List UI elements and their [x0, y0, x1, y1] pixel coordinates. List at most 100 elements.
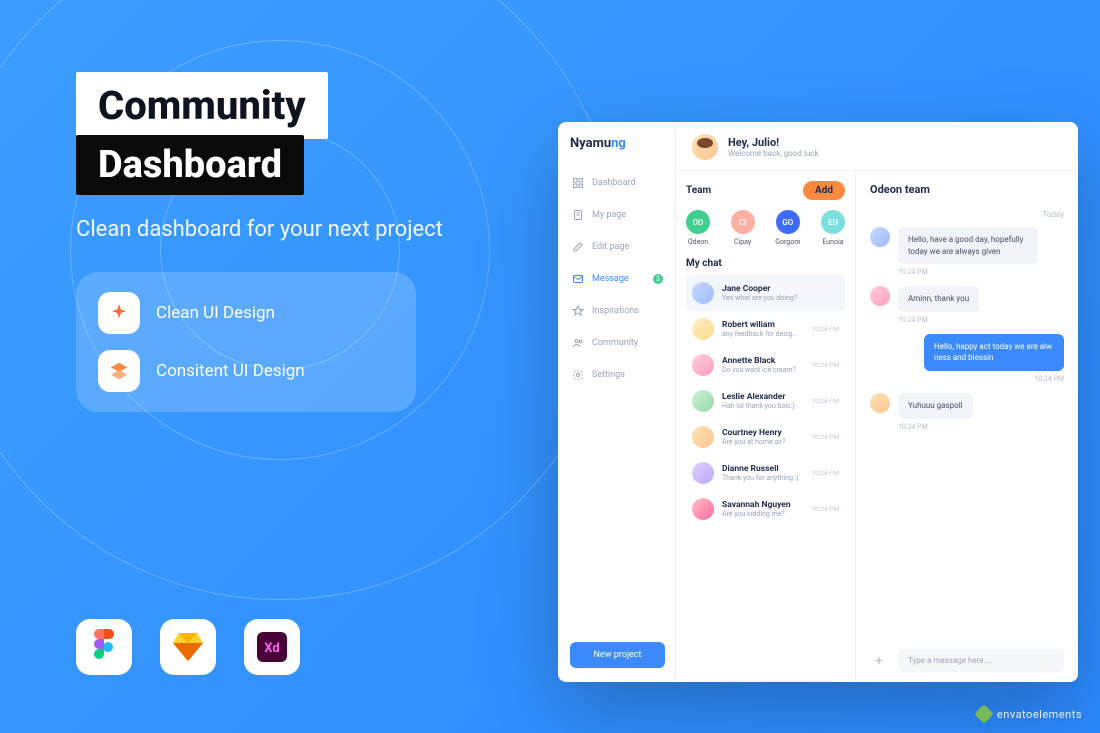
chat-list: Jane CooperYes what are you doing?Robert… [686, 275, 845, 527]
chat-time: 10:24 PM [811, 397, 839, 405]
chat-item[interactable]: Annette BlackDo you want ice cream? 10:24… [686, 347, 845, 383]
chat-avatar [692, 318, 714, 340]
conversation-column: Odeon team Today Hello, have a good day,… [856, 171, 1078, 682]
member-avatar: CI [731, 210, 755, 234]
feature-label: Consitent UI Design [156, 361, 305, 381]
message-time: 10:24 PM [898, 316, 1064, 324]
nav-item-dashboard[interactable]: Dashboard [570, 171, 665, 195]
nav-item-inspirations[interactable]: Inspirations [570, 299, 665, 323]
chat-time: 10:24 PM [811, 433, 839, 441]
team-member[interactable]: ODOdeon [686, 210, 710, 246]
nav-item-settings[interactable]: Settings [570, 363, 665, 387]
nav-label: Community [592, 338, 638, 348]
chat-preview: any feedback for design? [722, 330, 799, 338]
nav-item-my-page[interactable]: My page [570, 203, 665, 227]
message-bubble: Aminn, thank you [898, 286, 979, 312]
promo-title: Community [76, 72, 328, 139]
chat-item[interactable]: Jane CooperYes what are you doing? [686, 275, 845, 311]
message-time: 10:24 PM [898, 423, 1064, 431]
gear-icon [572, 369, 584, 381]
team-grid: ODOdeon CI Cipay GO Gorgom EU Eunoia [686, 210, 845, 246]
watermark: envatoelements [977, 707, 1082, 721]
message-row: Hello, happy act today we are alw ness a… [870, 334, 1064, 371]
chat-item[interactable]: Leslie AlexanderHah lol thank you bals:)… [686, 383, 845, 419]
message-input[interactable]: Type a message here.... [898, 649, 1064, 672]
chat-avatar [692, 282, 714, 304]
chat-name: Annette Black [722, 356, 799, 366]
member-avatar: EU [821, 210, 845, 234]
chat-item[interactable]: Savannah NguyenAre you kidding me?10:24 … [686, 491, 845, 527]
chat-item[interactable]: Dianne RussellThank you for anything :( 1… [686, 455, 845, 491]
message-bubble: Hello, happy act today we are alw ness a… [924, 334, 1064, 371]
chat-name: Leslie Alexander [722, 392, 799, 402]
team-member[interactable]: EU Eunoia [821, 210, 845, 246]
message-bubble: Yuhuuu gaspoll [898, 393, 973, 419]
chat-name: Courtney Henry [722, 428, 799, 438]
nav-label: Message [592, 274, 629, 284]
sidebar: Nyamung Dashboard My page Edit page Message… [558, 122, 676, 682]
chat-preview: Thank you for anything :( [722, 474, 799, 482]
add-button[interactable]: Add [803, 181, 845, 200]
message-bubble: Hello, have a good day, hopefully today … [898, 227, 1038, 264]
chat-preview: Hah lol thank you bals:) [722, 402, 799, 410]
team-member[interactable]: CI Cipay [731, 210, 755, 246]
message-time: 10:24 PM [898, 268, 1064, 276]
message-avatar [870, 227, 890, 247]
chat-time: 10:24 PM [811, 325, 839, 333]
message-avatar [870, 393, 890, 413]
leaf-icon [974, 704, 994, 724]
message-avatar [870, 286, 890, 306]
user-avatar[interactable] [692, 134, 718, 160]
feature-label: Clean UI Design [156, 303, 275, 323]
message-row: Aminn, thank you [870, 286, 1064, 312]
chat-avatar [692, 354, 714, 376]
feature-card: Clean UI Design Consitent UI Design [76, 272, 416, 412]
chat-avatar [692, 426, 714, 448]
sketch-icon [160, 619, 216, 675]
chat-preview: Yes what are you doing? [722, 294, 839, 302]
xd-icon: Xd [244, 619, 300, 675]
mail-icon [572, 273, 584, 285]
new-project-button[interactable]: New project [570, 642, 665, 668]
brand-logo: Nyamung [570, 136, 665, 151]
figma-icon [76, 619, 132, 675]
nav-item-edit-page[interactable]: Edit page [570, 235, 665, 259]
attach-button[interactable]: + [870, 652, 888, 670]
app-header: Hey, Julio! Welcome back, good luck [676, 122, 1078, 171]
conversation-title: Odeon team [870, 183, 1064, 196]
chat-item[interactable]: Robert wiliamany feedback for design? 10:… [686, 311, 845, 347]
member-name: Cipay [734, 238, 751, 246]
nav-item-message[interactable]: Message3 [570, 267, 665, 291]
chat-name: Dianne Russell [722, 464, 799, 474]
member-avatar: GO [776, 210, 800, 234]
member-name: Gorgom [775, 238, 800, 246]
page-icon [572, 209, 584, 221]
star-icon [572, 305, 584, 317]
nav-label: Edit page [592, 242, 629, 252]
mychat-label: My chat [686, 258, 845, 269]
sparkle-icon [98, 292, 140, 334]
chat-name: Jane Cooper [722, 284, 839, 294]
app-window: Nyamung Dashboard My page Edit page Message… [558, 122, 1078, 682]
nav-label: Settings [592, 370, 625, 380]
member-name: Odeon [688, 238, 708, 246]
team-title: Team [686, 185, 711, 196]
header-sub: Welcome back, good luck [728, 149, 819, 158]
chat-preview: Do you want ice cream? [722, 366, 799, 374]
chat-name: Savannah Nguyen [722, 500, 799, 510]
nav-item-community[interactable]: Community [570, 331, 665, 355]
team-member[interactable]: GO Gorgom [775, 210, 800, 246]
layers-icon [98, 350, 140, 392]
nav-label: Dashboard [592, 178, 636, 188]
nav-label: Inspirations [592, 306, 639, 316]
main-area: Hey, Julio! Welcome back, good luck Team… [676, 122, 1078, 682]
chat-item[interactable]: Courtney HenryAre you at home sir?10:24 … [686, 419, 845, 455]
chat-name: Robert wiliam [722, 320, 799, 330]
message-list: Hello, have a good day, hopefully today … [870, 227, 1064, 441]
chat-time: 10:24 PM [811, 469, 839, 477]
promo-block: Community Dashboard Clean dashboard for … [76, 72, 486, 412]
columns: Team Add ODOdeonCICipayGOGorgomEUEunoia … [676, 171, 1078, 682]
member-name: Eunoia [822, 238, 843, 246]
nav-list: Dashboard My page Edit page Message3 Inspira… [570, 171, 665, 387]
chat-time: 10:24 PM [811, 361, 839, 369]
